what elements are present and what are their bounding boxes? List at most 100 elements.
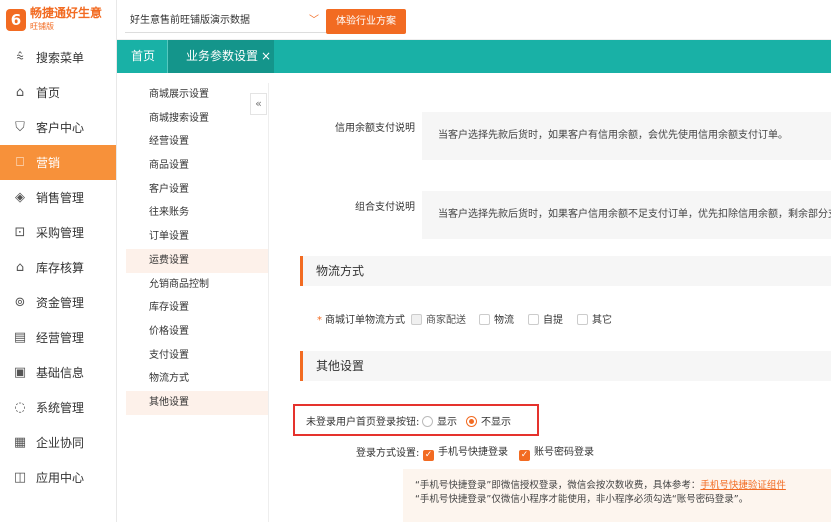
sidebar-item-label: 应用中心 — [36, 471, 85, 485]
app-icon: ◫ — [13, 470, 27, 485]
close-icon[interactable]: × — [261, 49, 271, 63]
brand-name: 畅捷通好生意 — [30, 6, 103, 20]
sidebar-item-label: 销售管理 — [36, 191, 85, 205]
settings-nav-item[interactable]: 经营设置 — [126, 130, 268, 154]
chevron-down-icon: ﹀ — [309, 15, 319, 26]
settings-nav: 商城展示设置 商城搜索设置 经营设置 商品设置 客户设置 往来账务 订单设置 运费设置 允销商品… — [126, 83, 269, 522]
settings-nav-item[interactable]: 支付设置 — [126, 344, 268, 368]
option-merchant-delivery[interactable]: 商家配送 — [411, 311, 466, 326]
shield-icon: ⛉ — [15, 120, 25, 135]
sidebar-item-label: 搜索菜单 — [36, 51, 85, 65]
settings-nav-item[interactable]: 价格设置 — [126, 320, 268, 344]
sidebar-item-label: 客户中心 — [36, 121, 85, 135]
login-note: “手机号快捷登录”即微信授权登录，微信会按次数收费，具体参考：手机号快捷验证组件… — [403, 469, 831, 522]
credit-label: 信用余额支付说明 — [335, 123, 415, 134]
option-self-pickup[interactable]: 自提 — [528, 311, 563, 326]
sidebar-item-1[interactable]: ⌂ 首页 — [0, 75, 116, 110]
sidebar: 6 畅捷通好生意 旺铺版 ⩯ 搜索菜单 ⌂ 首页 ⛉ 客户中心 ⎕ 营销 ◈ 销售管理 ⊡ 采购管理 ⌂… — [0, 0, 117, 522]
section-title: 物流方式 — [316, 264, 365, 278]
info-icon: ▣ — [13, 365, 27, 380]
sidebar-item-7[interactable]: ⊚ 资金管理 — [0, 285, 116, 320]
checkbox-icon — [411, 314, 422, 325]
search-menu-icon: ⩯ — [16, 50, 24, 65]
sidebar-item-label: 经营管理 — [36, 331, 85, 345]
combo-description: 当客户选择先款后货时，如果客户信用余额不足支付订单，优先扣除信用余额，剩余部分支… — [422, 191, 831, 239]
money-icon: ⊚ — [14, 295, 26, 310]
sidebar-item-8[interactable]: ▤ 经营管理 — [0, 320, 116, 355]
tab-label: 业务参数设置 — [186, 49, 259, 63]
company-select[interactable]: 好生意售前旺铺版演示数据 ﹀ — [125, 9, 327, 33]
sidebar-item-0[interactable]: ⩯ 搜索菜单 — [0, 40, 116, 75]
try-industry-button[interactable]: 体验行业方案 — [326, 9, 406, 34]
company-name: 好生意售前旺铺版演示数据 — [130, 15, 250, 26]
cooperation-icon: ▦ — [13, 435, 27, 450]
sidebar-menu: ⩯ 搜索菜单 ⌂ 首页 ⛉ 客户中心 ⎕ 营销 ◈ 销售管理 ⊡ 采购管理 ⌂ 库存核算 ⊚ 资金管理 ▤ 经营管… — [0, 40, 116, 495]
sidebar-item-2[interactable]: ⛉ 客户中心 — [0, 110, 116, 145]
sidebar-item-label: 企业协同 — [36, 436, 85, 450]
checkmark-icon: ✓ — [423, 450, 434, 461]
settings-nav-item[interactable]: 往来账务 — [126, 201, 268, 225]
option-logistics[interactable]: 物流 — [479, 311, 514, 326]
checkbox-phone-login[interactable]: ✓ 手机号快捷登录 — [423, 443, 508, 461]
tab-business-params[interactable]: 业务参数设置 × — [168, 40, 274, 73]
brand-edition: 旺铺版 — [30, 22, 54, 31]
component-link[interactable]: 手机号快捷验证组件 — [700, 480, 786, 491]
logistics-section-header: 物流方式 — [300, 256, 831, 286]
sales-icon: ◈ — [15, 190, 25, 205]
gift-icon: ⎕ — [16, 155, 24, 170]
collapse-icon[interactable]: « — [250, 93, 267, 115]
sidebar-item-6[interactable]: ⌂ 库存核算 — [0, 250, 116, 285]
radio-icon — [422, 416, 433, 427]
settings-nav-item[interactable]: 商城展示设置 — [126, 83, 268, 107]
combo-label: 组合支付说明 — [355, 202, 415, 213]
option-other[interactable]: 其它 — [577, 311, 612, 326]
sidebar-item-3[interactable]: ⎕ 营销 — [0, 145, 116, 180]
settings-nav-item[interactable]: 订单设置 — [126, 225, 268, 249]
sidebar-item-label: 系统管理 — [36, 401, 85, 415]
settings-nav-item[interactable]: 允销商品控制 — [126, 273, 268, 297]
sidebar-item-10[interactable]: ◌ 系统管理 — [0, 390, 116, 425]
checkmark-icon: ✓ — [519, 450, 530, 461]
tab-home[interactable]: 首页 — [131, 40, 155, 73]
sidebar-item-12[interactable]: ◫ 应用中心 — [0, 460, 116, 495]
briefcase-icon: ⊡ — [14, 225, 26, 240]
sidebar-item-11[interactable]: ▦ 企业协同 — [0, 425, 116, 460]
radio-hide[interactable]: 不显示 — [466, 413, 511, 428]
checkbox-icon — [528, 314, 539, 325]
login-button-label: 未登录用户首页登录按钮: — [306, 417, 420, 428]
sidebar-item-label: 基础信息 — [36, 366, 85, 380]
sidebar-item-label: 采购管理 — [36, 226, 85, 240]
logo-icon: 6 — [6, 9, 26, 31]
credit-description: 当客户选择先款后货时，如果客户有信用余额，会优先使用信用余额支付订单。 — [422, 112, 831, 160]
checkbox-account-login[interactable]: ✓ 账号密码登录 — [519, 443, 594, 461]
sidebar-item-5[interactable]: ⊡ 采购管理 — [0, 215, 116, 250]
report-icon: ▤ — [13, 330, 27, 345]
warehouse-icon: ⌂ — [15, 260, 25, 275]
settings-nav-item[interactable]: 库存设置 — [126, 296, 268, 320]
radio-show[interactable]: 显示 — [422, 413, 457, 428]
logo[interactable]: 6 畅捷通好生意 旺铺版 — [0, 0, 116, 40]
sidebar-item-4[interactable]: ◈ 销售管理 — [0, 180, 116, 215]
sidebar-item-9[interactable]: ▣ 基础信息 — [0, 355, 116, 390]
checkbox-icon — [577, 314, 588, 325]
home-icon: ⌂ — [15, 85, 25, 100]
top-bar: 好生意售前旺铺版演示数据 ﹀ 体验行业方案 — [117, 0, 831, 40]
settings-nav-item[interactable]: 其他设置 — [126, 390, 268, 415]
radio-selected-icon — [466, 416, 477, 427]
settings-content: 信用余额支付说明 当客户选择先款后货时，如果客户有信用余额，会优先使用信用余额支… — [270, 83, 831, 522]
tab-bar: 首页 业务参数设置 × — [117, 40, 831, 73]
settings-nav-item[interactable]: 商城搜索设置 — [126, 107, 268, 131]
settings-nav-item[interactable]: 商品设置 — [126, 154, 268, 178]
section-title: 其他设置 — [316, 359, 365, 373]
required-mark: * — [317, 315, 322, 326]
settings-nav-item[interactable]: 物流方式 — [126, 367, 268, 391]
login-method-label: 登录方式设置: — [356, 448, 420, 459]
settings-icon: ◌ — [14, 400, 26, 415]
checkbox-icon — [479, 314, 490, 325]
sidebar-item-label: 资金管理 — [36, 296, 85, 310]
settings-nav-item[interactable]: 运费设置 — [126, 248, 268, 273]
settings-nav-item[interactable]: 客户设置 — [126, 178, 268, 202]
sidebar-item-label: 库存核算 — [36, 261, 85, 275]
logistics-label: * 商城订单物流方式 — [317, 315, 405, 326]
sidebar-item-label: 营销 — [36, 156, 61, 170]
